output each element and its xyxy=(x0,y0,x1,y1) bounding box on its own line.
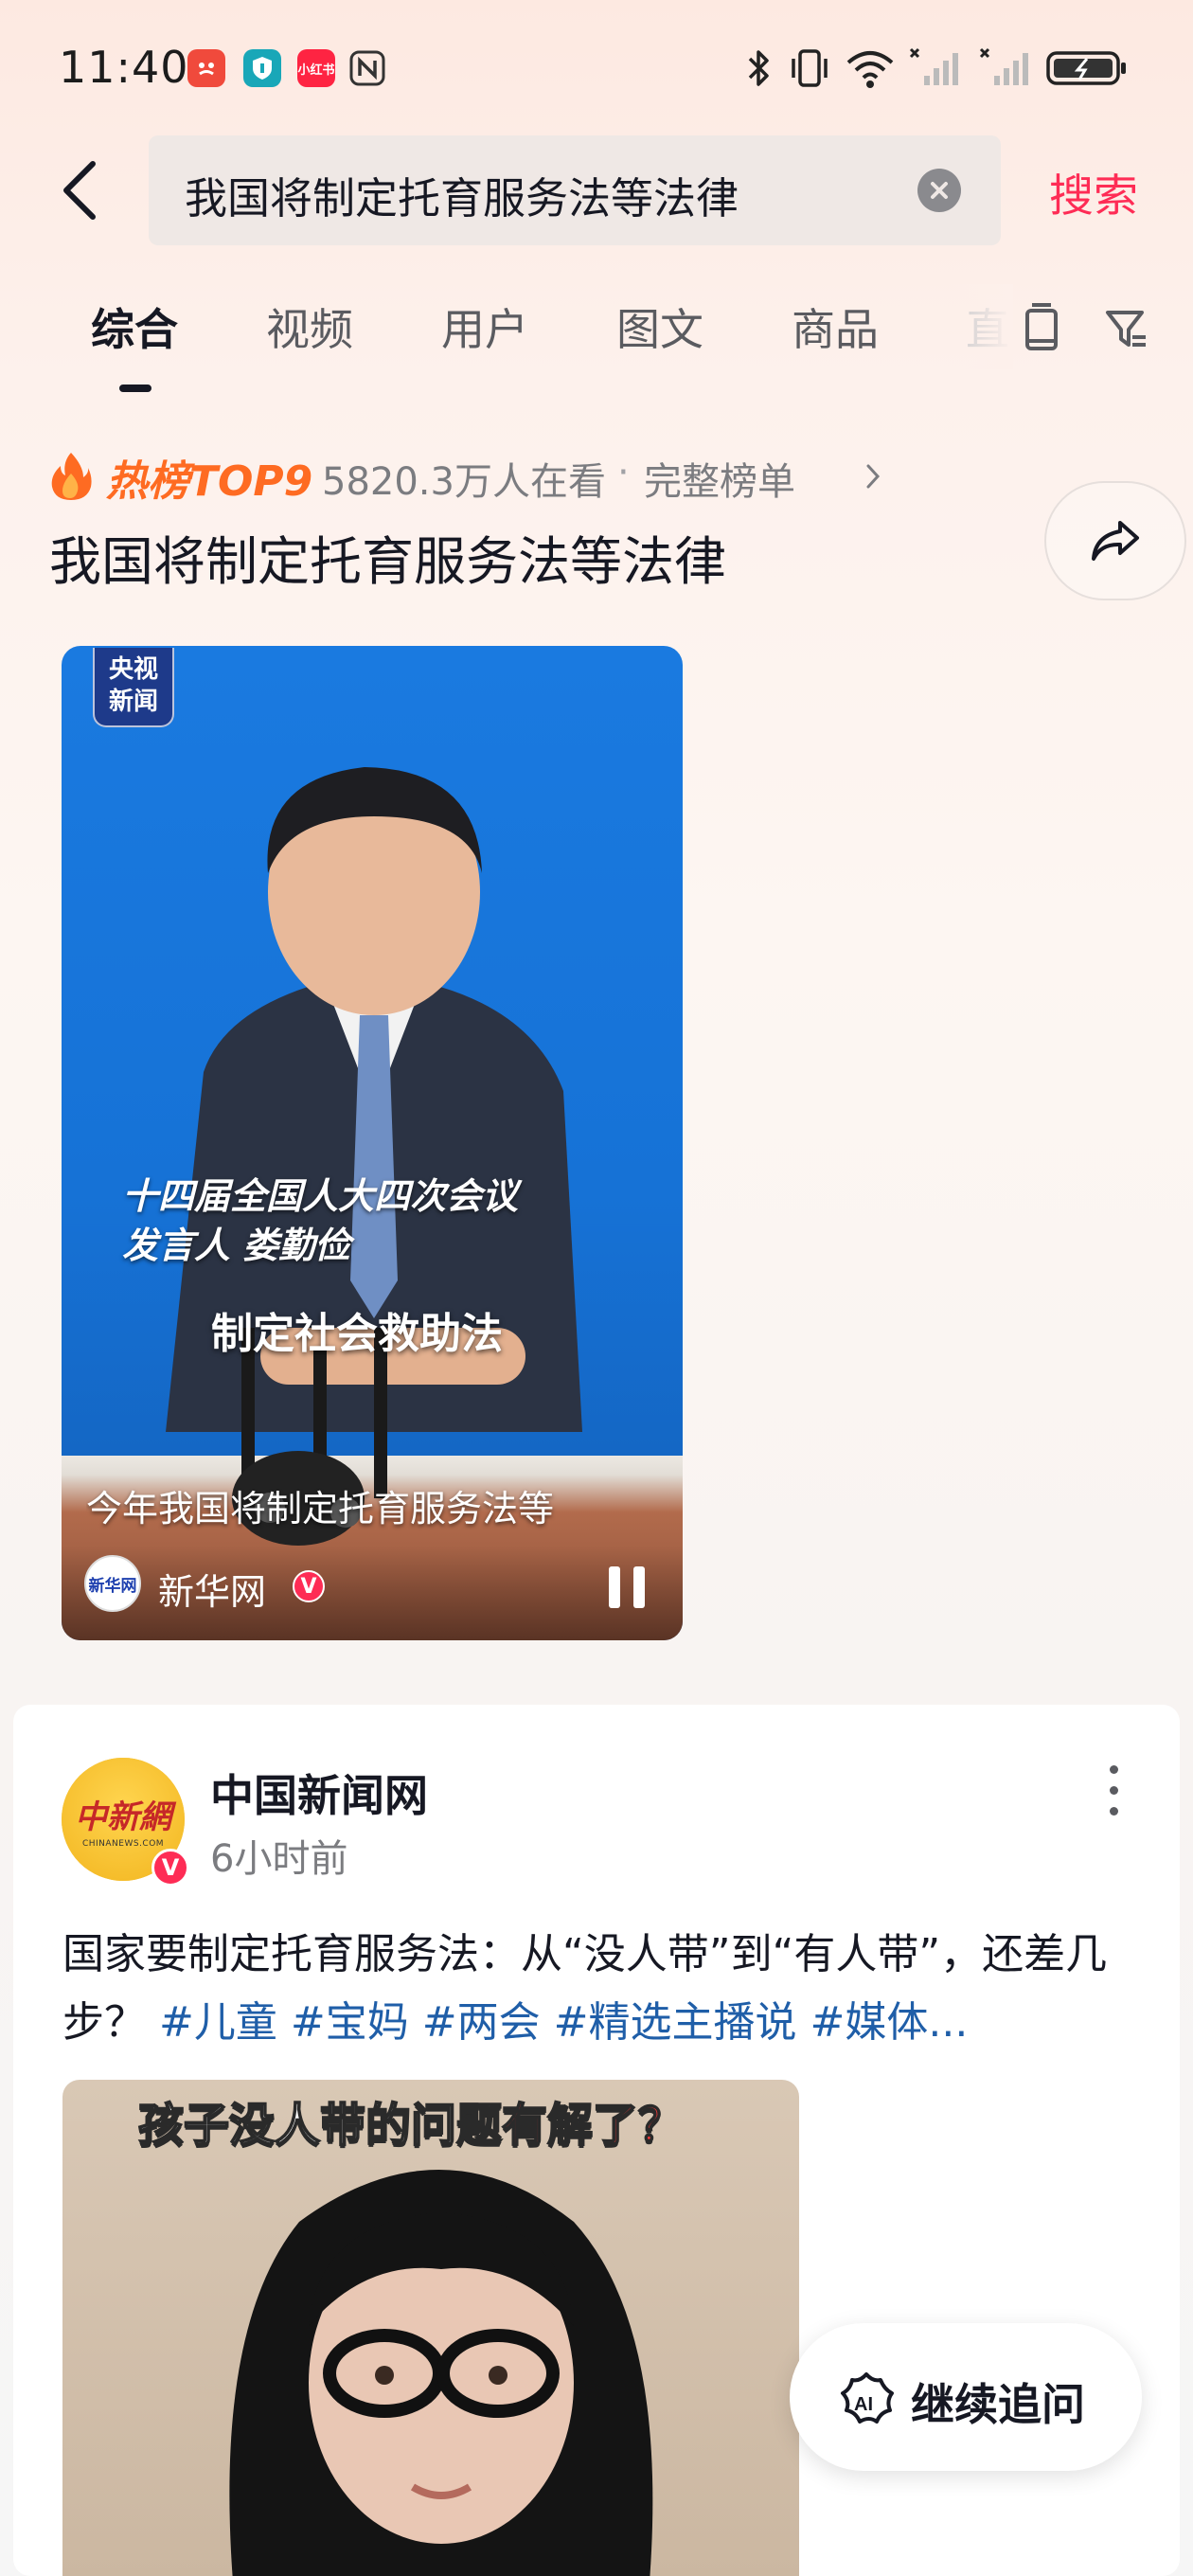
source-name[interactable]: 新华网 xyxy=(158,1563,266,1615)
status-bar: 11:40 小红书 xyxy=(0,0,1193,133)
hot-rank-label: 热榜TOP9 xyxy=(106,457,313,506)
clear-icon[interactable] xyxy=(917,169,961,212)
svg-text:AI: AI xyxy=(854,2394,873,2415)
search-input[interactable]: 我国将制定托育服务法等法律 xyxy=(149,135,1001,245)
xiaohongshu-icon: 小红书 xyxy=(297,49,335,87)
tab-users[interactable]: 用户 xyxy=(441,295,528,358)
vibrate-icon xyxy=(792,49,828,87)
post-author[interactable]: 中国新闻网 xyxy=(210,1762,428,1824)
hot-viewers: 5820.3万人在看 xyxy=(322,460,606,504)
cctv-news-logo: 央视 新闻 xyxy=(93,648,174,727)
tab-bar: 综合 视频 用户 图文 商品 直 xyxy=(0,284,1193,392)
hashtag[interactable]: #儿童 xyxy=(159,1998,277,2047)
continue-asking-label: 继续追问 xyxy=(911,2379,1085,2430)
back-arrow-icon xyxy=(63,161,96,220)
fire-icon xyxy=(51,453,92,500)
video-bottom-gradient xyxy=(62,1546,683,1640)
shield-icon xyxy=(243,49,281,87)
post-time: 6小时前 xyxy=(210,1837,348,1881)
tab-video[interactable]: 视频 xyxy=(266,295,353,358)
nfc-icon xyxy=(348,49,386,87)
separator: · xyxy=(617,451,630,494)
tab-products[interactable]: 商品 xyxy=(792,295,879,358)
post-text[interactable]: 国家要制定托育服务法：从“没人带”到“有人带”，还差几步？ #儿童 #宝妈 #两… xyxy=(62,1921,1132,2057)
wifi-icon xyxy=(846,51,894,88)
signal-icon xyxy=(909,47,958,85)
hashtag[interactable]: #宝妈 xyxy=(291,1998,409,2047)
hashtag[interactable]: #精选主播说 xyxy=(554,1998,797,2047)
video-caption-session: 十四届全国人大四次会议 xyxy=(122,1174,519,1217)
share-icon xyxy=(1092,521,1139,561)
signal-icon xyxy=(979,47,1028,85)
hot-topic-title[interactable]: 我国将制定托育服务法等法律 xyxy=(49,519,726,595)
video-caption-speaker: 发言人 娄勤俭 xyxy=(122,1224,351,1266)
filter-icon[interactable] xyxy=(1104,307,1149,352)
video-caption-topic: 制定社会救助法 xyxy=(211,1310,503,1358)
woman-figure xyxy=(229,2170,653,2576)
tab-comprehensive[interactable]: 综合 xyxy=(91,295,178,358)
continue-asking-button[interactable]: AI 继续追问 xyxy=(790,2323,1142,2471)
tab-indicator xyxy=(119,385,151,392)
post-image[interactable]: 孩子没人带的问题有解了？ xyxy=(62,2080,799,2576)
hashtag[interactable]: #两会 xyxy=(422,1998,541,2047)
ai-icon: AI xyxy=(841,2372,894,2424)
hashtag[interactable]: #媒体... xyxy=(810,1998,969,2047)
video-title: 今年我国将制定托育服务法等 xyxy=(86,1488,555,1530)
full-list-link[interactable]: 完整榜单 xyxy=(644,451,795,506)
search-query: 我国将制定托育服务法等法律 xyxy=(185,173,739,224)
verified-badge: V xyxy=(293,1570,325,1602)
avatar-sub: CHINANEWS.COM xyxy=(81,1838,165,1849)
share-button[interactable] xyxy=(1044,481,1186,600)
chevron-right-icon xyxy=(866,464,881,489)
notification-icon xyxy=(187,49,225,87)
pause-button[interactable] xyxy=(609,1566,647,1608)
back-button[interactable] xyxy=(57,156,104,223)
search-button[interactable]: 搜索 xyxy=(1049,159,1138,224)
pause-icon xyxy=(609,1566,620,1608)
status-time: 11:40 xyxy=(59,42,189,93)
hot-list-row[interactable]: 热榜TOP9 5820.3万人在看 · 完整榜单 xyxy=(49,445,901,506)
layout-icon[interactable] xyxy=(1021,303,1062,356)
avatar-logo: 中新網 xyxy=(75,1798,171,1836)
battery-icon xyxy=(1046,51,1126,85)
bluetooth-icon xyxy=(748,50,769,86)
tab-fade xyxy=(947,284,1013,369)
image-caption: 孩子没人带的问题有解了？ xyxy=(137,2098,685,2153)
tab-images[interactable]: 图文 xyxy=(616,295,703,358)
video-card[interactable]: 央视 新闻 十四届全国人大四次会议 发言人 娄勤俭 制定社会救助法 今年我国将制定… xyxy=(62,646,683,1640)
verified-badge: V xyxy=(151,1849,189,1887)
source-avatar[interactable]: 新华网 xyxy=(84,1555,141,1612)
more-options-icon[interactable] xyxy=(1106,1765,1121,1818)
